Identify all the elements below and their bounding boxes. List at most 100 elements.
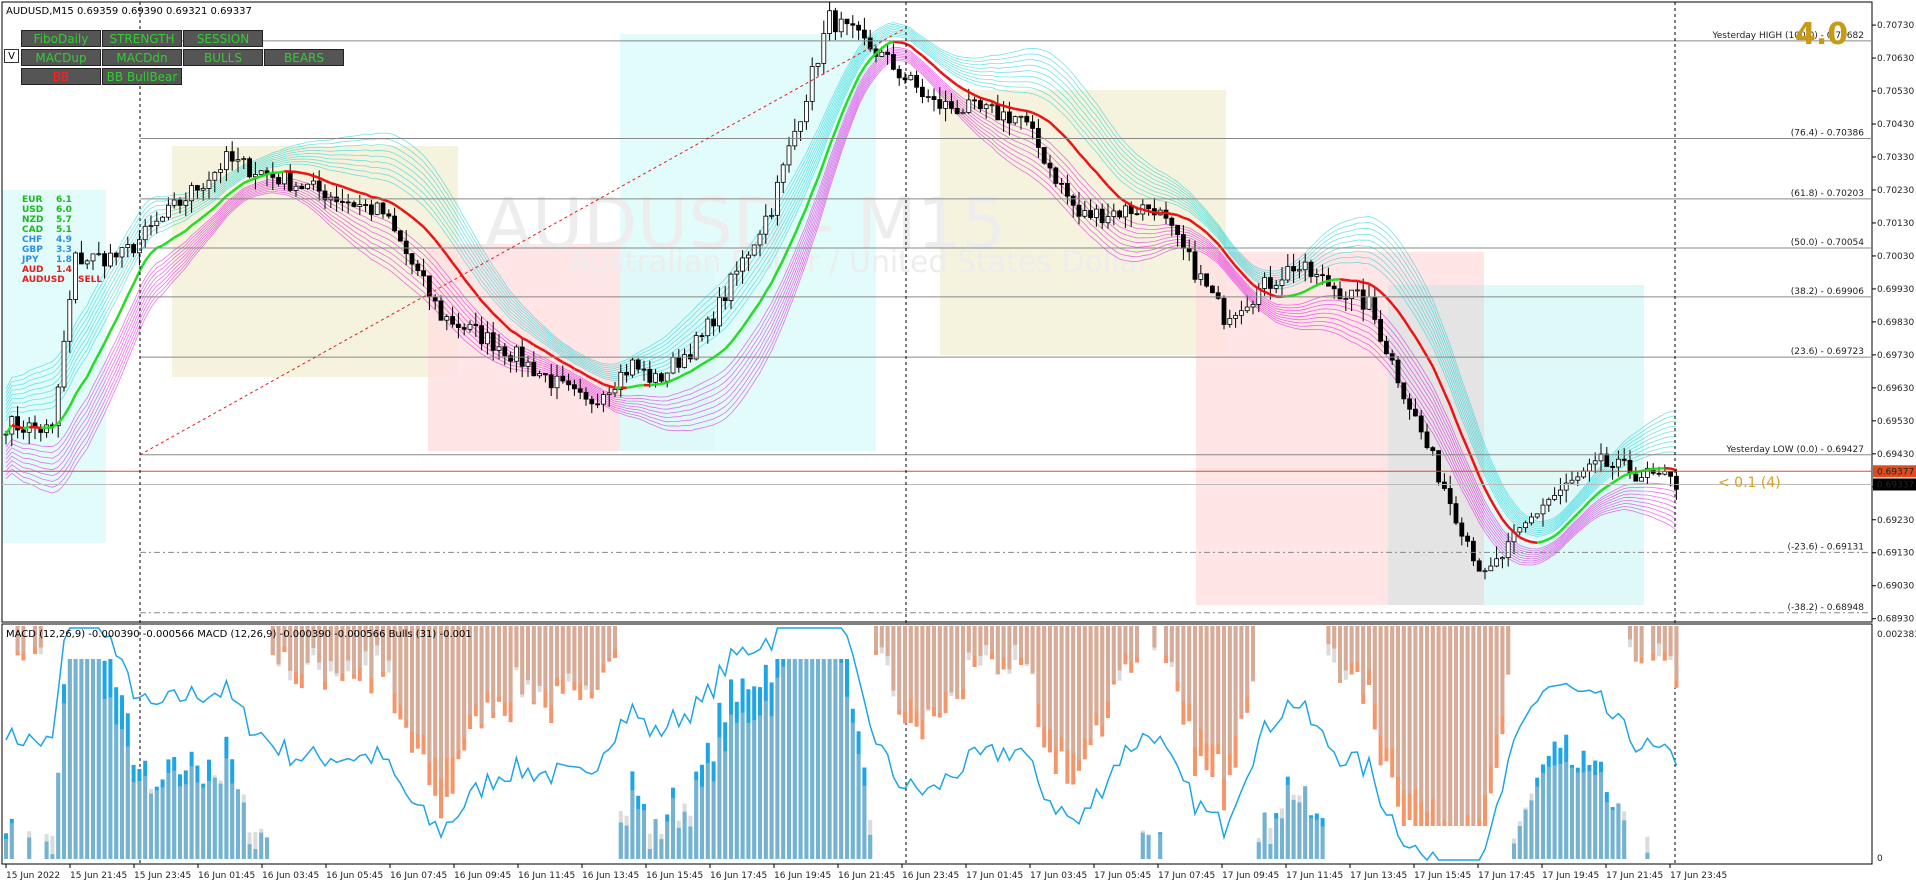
moving-average-segment	[603, 383, 610, 388]
bulls-histogram-bar	[845, 696, 849, 859]
candle-body	[490, 332, 496, 351]
bulls-histogram-bar	[1674, 626, 1679, 681]
fibo-level-label: Yesterday LOW (0.0) - 0.69427	[1725, 445, 1864, 455]
time-tick-label: 17 Jun 05:45	[1094, 871, 1151, 881]
bulls-histogram-bar	[1657, 626, 1661, 657]
candle-body	[711, 318, 716, 327]
bulls-histogram-bar	[444, 626, 449, 759]
price-tick-label: 0.68930	[1877, 615, 1914, 625]
bulls-histogram-bar	[1001, 626, 1006, 658]
bulls-histogram-bar	[1256, 838, 1261, 859]
candle-body	[305, 183, 311, 190]
bulls-histogram-bar	[1320, 826, 1325, 859]
moving-average-segment	[1339, 278, 1346, 282]
toolbar-button-fibodaily[interactable]: FiboDaily	[21, 30, 101, 47]
moving-average-segment	[336, 183, 343, 188]
fibo-level-label: (23.6) - 0.69723	[1791, 347, 1864, 357]
toolbar-button-bb[interactable]: BB	[21, 68, 101, 85]
toolbar-button-bears[interactable]: BEARS	[264, 49, 344, 66]
candle-body	[397, 230, 403, 242]
bulls-histogram-bar	[1048, 626, 1052, 729]
bulls-histogram-bar	[114, 724, 119, 859]
bulls-histogram-bar	[1500, 626, 1505, 716]
candle-body	[125, 244, 131, 248]
bulls-histogram-bar	[717, 737, 722, 859]
time-tick-label: 17 Jun 13:45	[1350, 871, 1407, 881]
candle-body	[1384, 340, 1389, 355]
bulls-histogram-bar	[827, 659, 832, 859]
bulls-histogram-bar	[1152, 626, 1157, 651]
candle-body	[473, 323, 479, 327]
candle-body	[1395, 359, 1401, 384]
moving-average-segment	[150, 247, 158, 255]
bulls-histogram-bar	[1268, 827, 1273, 859]
candle-body	[183, 200, 189, 206]
time-tick-label: 16 Jun 05:45	[326, 871, 383, 881]
bulls-histogram-bar	[618, 811, 623, 859]
candle-body	[1581, 470, 1586, 478]
candle-body	[664, 372, 670, 382]
candle-body	[1372, 296, 1378, 320]
bulls-histogram-bar	[201, 787, 206, 859]
bulls-histogram-bar	[607, 626, 612, 659]
time-tick-label: 17 Jun 09:45	[1222, 871, 1279, 881]
candle-body	[450, 316, 456, 325]
candle-body	[444, 316, 450, 321]
bulls-histogram-bar	[1262, 813, 1267, 859]
candle-body	[1552, 495, 1557, 500]
bulls-histogram-bar	[746, 722, 751, 859]
bulls-histogram-bar	[961, 626, 965, 689]
bulls-histogram-bar	[502, 626, 507, 703]
moving-average-segment	[985, 98, 993, 103]
bulls-histogram-bar	[537, 626, 542, 693]
candle-body	[670, 356, 676, 374]
macd-zero-tick: 0	[1877, 854, 1883, 864]
toolbar-button-bulls[interactable]: BULLS	[183, 49, 263, 66]
toolbar-button-strength[interactable]: STRENGTH	[102, 30, 182, 47]
toolbar-button-bbbullbear[interactable]: BB BullBear	[102, 68, 182, 85]
time-tick-label: 17 Jun 03:45	[1030, 871, 1087, 881]
bulls-histogram-bar	[1535, 786, 1540, 859]
candle-body	[1337, 288, 1343, 300]
candle-body	[1436, 450, 1441, 483]
bulls-histogram-bar	[1193, 626, 1197, 747]
moving-average-segment	[944, 75, 953, 82]
candle-body	[804, 100, 809, 123]
chart-canvas[interactable]: AUDUSD - M15 Australian Dollar / United …	[0, 0, 1916, 885]
candle-body	[1430, 447, 1436, 452]
bulls-histogram-bar	[218, 780, 223, 859]
bulls-histogram-bar	[1100, 626, 1105, 725]
v-toggle[interactable]: V	[4, 49, 19, 63]
candle-body	[740, 257, 745, 272]
candle-body	[96, 253, 102, 256]
candle-body	[554, 375, 560, 389]
strength-value: 1.4	[56, 265, 72, 275]
candle-body	[1616, 458, 1621, 468]
moving-average-segment	[1026, 109, 1033, 114]
bulls-histogram-bar	[787, 659, 791, 859]
toolbar-button-macdup[interactable]: MACDup	[21, 49, 101, 66]
toolbar-button-macddn[interactable]: MACDdn	[102, 49, 182, 66]
candle-body	[1569, 479, 1575, 484]
candle-body	[647, 368, 653, 383]
candle-body	[1117, 210, 1122, 218]
bulls-histogram-bar	[874, 626, 878, 652]
toolbar-button-session[interactable]: SESSION	[183, 30, 263, 47]
bulls-histogram-bar	[212, 775, 217, 859]
bulls-histogram-bar	[595, 626, 600, 688]
bulls-histogram-bar	[4, 839, 8, 859]
moving-average-segment	[1328, 278, 1335, 283]
candle-body	[1227, 317, 1233, 325]
bulls-histogram-bar	[1552, 765, 1557, 859]
candle-body	[102, 253, 107, 267]
price-tick-label: 0.70430	[1877, 120, 1914, 130]
candle-body	[165, 204, 171, 218]
candle-body	[154, 220, 160, 227]
candle-body	[310, 180, 316, 185]
bulls-histogram-bar	[601, 626, 606, 665]
bulls-histogram-bar	[253, 832, 258, 859]
candle-body	[357, 204, 363, 207]
strength-value: 6.1	[56, 195, 72, 205]
candle-body	[1378, 319, 1383, 342]
candle-body	[1088, 210, 1093, 218]
